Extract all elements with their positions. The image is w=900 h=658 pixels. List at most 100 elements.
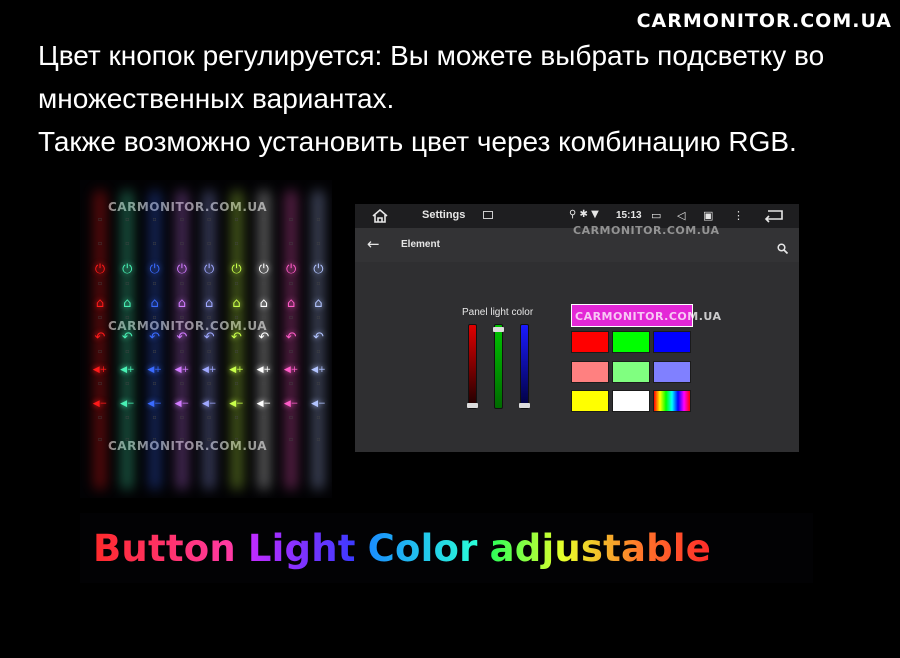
dim-marker: ▫ <box>207 280 212 287</box>
back-icon: ↶ <box>149 330 161 345</box>
dim-marker: ▫ <box>261 240 266 247</box>
slider-thumb[interactable] <box>493 327 504 332</box>
dim-marker: ▫ <box>261 280 266 287</box>
color-swatch[interactable] <box>612 331 650 353</box>
back-icon: ↶ <box>121 330 133 345</box>
volume-up-icon: ◀+ <box>92 365 108 375</box>
volume-down-icon: ◀− <box>311 399 326 409</box>
volume-up-icon: ◀+ <box>229 365 244 375</box>
dim-marker: ▫ <box>261 414 266 421</box>
image-icon <box>483 211 493 219</box>
back-icon: ↶ <box>312 330 324 345</box>
color-swatch[interactable] <box>612 390 650 412</box>
dim-marker: ▫ <box>125 414 130 421</box>
dim-marker: ▫ <box>125 380 130 387</box>
dim-marker: ▫ <box>289 380 294 387</box>
dim-marker: ▫ <box>261 436 266 443</box>
status-title: Settings <box>422 209 466 221</box>
dim-marker: ▫ <box>125 280 130 287</box>
color-swatch[interactable] <box>612 361 650 383</box>
dim-marker: ▫ <box>97 380 103 387</box>
volume-up-icon: ◀+ <box>147 365 162 375</box>
power-icon: ⏻ <box>176 262 188 277</box>
dim-marker: ▫ <box>289 314 294 321</box>
volume-icon[interactable]: ◁ <box>677 209 685 222</box>
cast-icon[interactable]: ▭ <box>651 209 661 222</box>
dim-marker: ▫ <box>97 280 103 287</box>
red-channel-slider[interactable] <box>467 324 478 409</box>
home-icon: ⌂ <box>150 296 159 311</box>
dim-marker: ▫ <box>179 240 184 247</box>
button-panel-photo: CARMONITOR.COM.UA CARMONITOR.COM.UA CARM… <box>80 180 332 498</box>
settings-screen: Settings ⚲ ✱ ▼ 15:13 ▭ ◁ ▣ ⋮ ← Element C… <box>355 204 799 452</box>
home-icon: ⌂ <box>177 296 187 311</box>
power-icon: ⏻ <box>94 262 106 277</box>
volume-up-icon: ◀+ <box>120 365 135 375</box>
search-icon[interactable] <box>777 241 789 255</box>
button-column: ▫ ▫ ▫ ▫ ▫ ▫ ▫ ▫ ⏻ ⌂ ↶ ◀+ ◀− <box>115 190 139 490</box>
dim-marker: ▫ <box>316 216 321 223</box>
home-icon: ⌂ <box>286 296 296 311</box>
button-column: ▫ ▫ ▫ ▫ ▫ ▫ ▫ ▫ ⏻ ⌂ ↶ ◀+ ◀− <box>170 190 194 490</box>
slider-thumb[interactable] <box>519 403 530 408</box>
dim-marker: ▫ <box>152 314 157 321</box>
return-icon[interactable] <box>763 207 785 226</box>
more-vert-icon[interactable]: ⋮ <box>733 209 744 222</box>
home-icon: ⌂ <box>314 296 323 311</box>
dim-marker: ▫ <box>234 314 239 321</box>
volume-up-icon: ◀+ <box>311 365 326 375</box>
watermark: CARMONITOR.COM.UA <box>575 310 722 323</box>
dim-marker: ▫ <box>125 216 130 223</box>
slider-thumb[interactable] <box>467 403 478 408</box>
dim-marker: ▫ <box>234 380 239 387</box>
dim-marker: ▫ <box>289 280 294 287</box>
power-icon: ⏻ <box>285 262 297 277</box>
button-column: ▫ ▫ ▫ ▫ ▫ ▫ ▫ ▫ ⏻ ⌂ ↶ ◀+ ◀− <box>279 190 303 490</box>
color-swatch[interactable] <box>653 331 691 353</box>
volume-up-icon: ◀+ <box>256 365 272 375</box>
button-column: ▫ ▫ ▫ ▫ ▫ ▫ ▫ ▫ ⏻ ⌂ ↶ ◀+ ◀− <box>225 190 249 490</box>
home-icon[interactable] <box>371 207 389 225</box>
bluetooth-icon: ✱ <box>579 209 588 220</box>
volume-down-icon: ◀− <box>92 399 108 409</box>
site-brand: CARMONITOR.COM.UA <box>636 10 892 32</box>
dim-marker: ▫ <box>289 240 294 247</box>
back-icon: ↶ <box>258 330 270 345</box>
back-arrow-icon[interactable]: ← <box>367 235 380 253</box>
dim-marker: ▫ <box>289 216 294 223</box>
headline-word: Light <box>247 527 356 570</box>
screenshot-icon[interactable]: ▣ <box>703 209 713 222</box>
color-swatch[interactable] <box>653 361 691 383</box>
color-swatch[interactable] <box>571 331 609 353</box>
rainbow-swatch[interactable] <box>653 390 691 412</box>
back-icon: ↶ <box>285 330 297 345</box>
dim-marker: ▫ <box>316 436 321 443</box>
dim-marker: ▫ <box>234 216 239 223</box>
dim-marker: ▫ <box>179 414 184 421</box>
dim-marker: ▫ <box>316 240 321 247</box>
location-icon: ⚲ <box>569 209 577 220</box>
dim-marker: ▫ <box>234 280 239 287</box>
home-icon: ⌂ <box>232 296 241 311</box>
volume-up-icon: ◀+ <box>201 365 217 375</box>
home-icon: ⌂ <box>123 296 132 311</box>
blue-channel-slider[interactable] <box>519 324 530 409</box>
dim-marker: ▫ <box>179 280 184 287</box>
headline: Button Light Color adjustable <box>93 527 723 570</box>
dim-marker: ▫ <box>261 348 266 355</box>
power-icon: ⏻ <box>313 262 324 277</box>
color-swatch[interactable] <box>571 390 609 412</box>
dim-marker: ▫ <box>234 436 239 443</box>
color-swatch[interactable] <box>571 361 609 383</box>
dim-marker: ▫ <box>316 314 321 321</box>
dim-marker: ▫ <box>152 348 157 355</box>
wifi-icon: ▼ <box>591 209 599 220</box>
power-icon: ⏻ <box>122 262 133 277</box>
dim-marker: ▫ <box>289 348 294 355</box>
power-icon: ⏻ <box>258 262 269 277</box>
dim-marker: ▫ <box>97 314 103 321</box>
volume-down-icon: ◀− <box>147 399 162 409</box>
dim-marker: ▫ <box>152 240 157 247</box>
dim-marker: ▫ <box>97 414 103 421</box>
green-channel-slider[interactable] <box>493 324 504 409</box>
